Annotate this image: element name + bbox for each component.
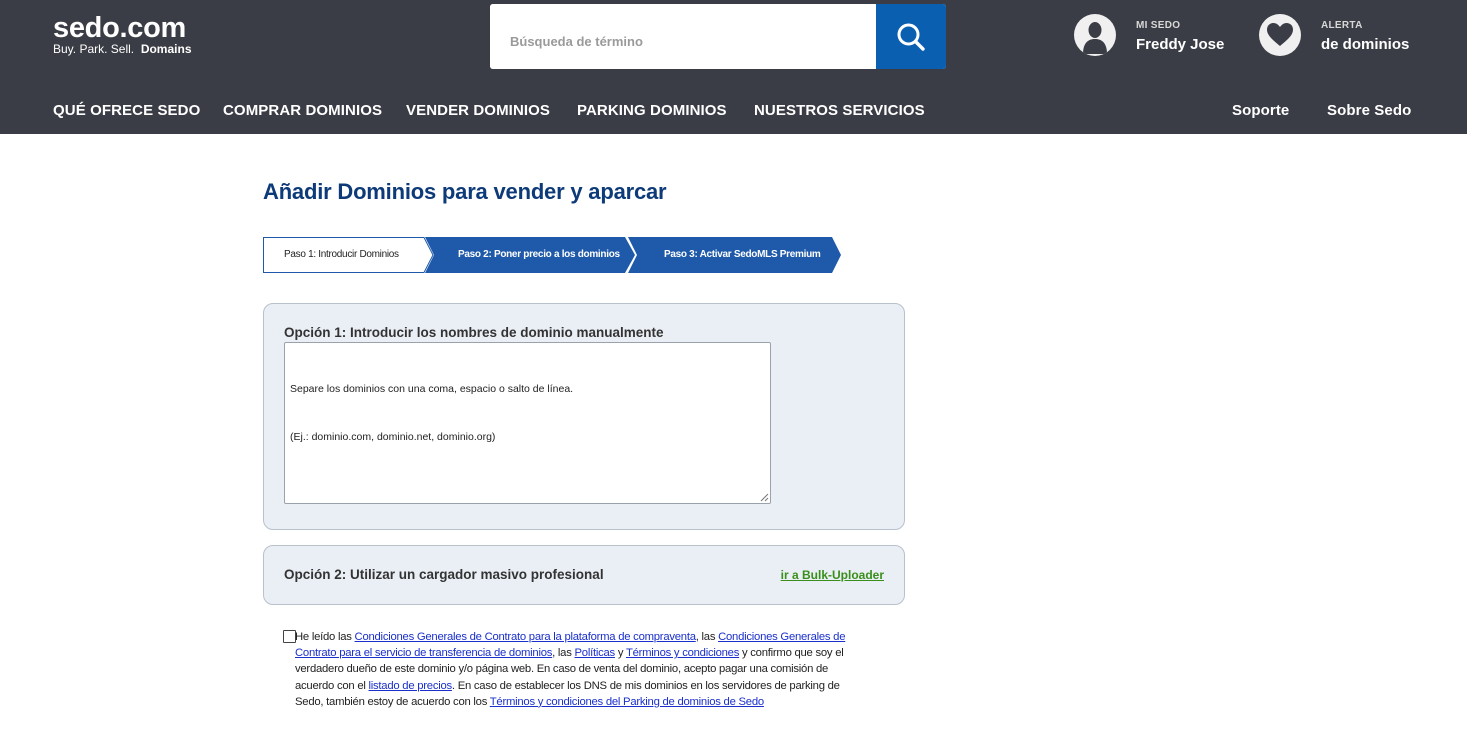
option1-title: Opción 1: Introducir los nombres de domi… [284,325,664,340]
search-icon [897,23,925,51]
link-terminos-condiciones[interactable]: Términos y condiciones [626,647,739,659]
step-2: Paso 2: Poner precio a los dominios [425,237,637,273]
option2-card: Opción 2: Utilizar un cargador masivo pr… [263,545,905,605]
textarea-hint-line1: Separe los dominios con una coma, espaci… [290,383,574,395]
account-username: Freddy Jose [1136,36,1225,53]
search-button[interactable] [876,4,946,69]
logo-tagline-bold: Domains [140,42,192,56]
nav-nuestros-servicios[interactable]: NUESTROS SERVICIOS [754,102,925,119]
link-terminos-parking[interactable]: Términos y condiciones del Parking de do… [490,696,764,708]
step-2-label: Paso 2: Poner precio a los dominios [458,249,620,260]
terms-text-part: He leído las [295,631,355,643]
terms-text-part: , las [552,647,575,660]
main-nav: QUÉ OFRECE SEDO COMPRAR DOMINIOS VENDER … [0,96,1467,128]
page-title: Añadir Dominios para vender y aparcar [263,179,667,204]
search-input[interactable] [490,4,876,69]
option2-title: Opción 2: Utilizar un cargador masivo pr… [284,567,604,582]
account-label: MI SEDO [1136,20,1181,31]
link-condiciones-compraventa[interactable]: Condiciones Generales de Contrato para l… [355,631,696,643]
nav-parking-dominios[interactable]: PARKING DOMINIOS [577,102,727,119]
heart-icon [1259,14,1301,56]
resize-grip-icon[interactable] [760,493,769,502]
step-3: Paso 3: Activar SedoMLS Premium [628,237,843,273]
nav-vender-dominios[interactable]: VENDER DOMINIOS [406,102,550,119]
user-icon [1074,14,1116,56]
logo-tagline-text: Buy. Park. Sell. [53,42,135,56]
alert-value: de dominios [1321,36,1410,53]
bulk-uploader-link[interactable]: ir a Bulk-Uploader [781,568,884,582]
nav-soporte[interactable]: Soporte [1232,102,1289,119]
step-1-label: Paso 1: Introducir Dominios [284,249,399,260]
logo-wordmark: sedo.com [53,12,186,44]
terms-text: He leído las Condiciones Generales de Co… [295,629,860,710]
nav-que-ofrece-sedo[interactable]: QUÉ OFRECE SEDO [53,102,200,119]
sedo-logo[interactable]: sedo.com Buy. Park. Sell. Domains [53,12,192,55]
search-box [490,4,946,69]
nav-comprar-dominios[interactable]: COMPRAR DOMINIOS [223,102,382,119]
site-header: sedo.com Buy. Park. Sell. Domains MI SED… [0,0,1467,134]
textarea-hint-line2: (Ej.: dominio.com, dominio.net, dominio.… [290,431,496,443]
my-sedo-account[interactable]: MI SEDO Freddy Jose [1074,14,1224,56]
step-1: Paso 1: Introducir Dominios [263,237,435,273]
logo-tagline: Buy. Park. Sell. Domains [53,43,192,55]
domains-textarea[interactable]: Separe los dominios con una coma, espaci… [284,342,771,504]
alert-text: ALERTA de dominios [1321,15,1409,55]
option1-card: Opción 1: Introducir los nombres de domi… [263,303,905,530]
terms-text-part: , las [695,631,719,643]
step-3-label: Paso 3: Activar SedoMLS Premium [664,249,821,260]
link-listado-precios[interactable]: listado de precios [369,680,453,692]
link-politicas[interactable]: Políticas [575,647,616,659]
nav-sobre-sedo[interactable]: Sobre Sedo [1327,102,1411,119]
account-text: MI SEDO Freddy Jose [1136,15,1224,55]
alert-label: ALERTA [1321,20,1363,31]
terms-text-part: y [614,647,626,660]
domain-alert[interactable]: ALERTA de dominios [1259,14,1409,56]
